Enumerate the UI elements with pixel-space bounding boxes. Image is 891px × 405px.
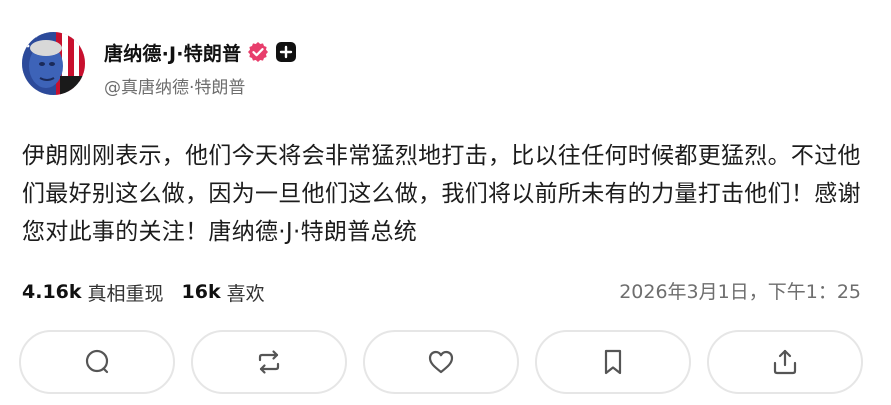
action-bar (19, 330, 863, 394)
verified-badge-icon (247, 41, 269, 63)
repost-icon (258, 350, 280, 374)
bookmark-icon (604, 349, 622, 375)
post-stats: 4.16k 真相重现 16k 喜欢 (22, 276, 265, 308)
retruths-count[interactable]: 4.16k (22, 281, 82, 303)
avatar-flag-portrait-icon (22, 32, 85, 95)
share-button[interactable] (707, 330, 863, 394)
retruths-label[interactable]: 真相重现 (88, 279, 164, 306)
bookmark-button[interactable] (535, 330, 691, 394)
share-icon (773, 349, 797, 375)
post-text: 伊朗刚刚表示，他们今天将会非常猛烈地打击，比以往任何时候都更猛烈。不过他们最好别… (22, 143, 861, 245)
like-button[interactable] (363, 330, 519, 394)
likes-label[interactable]: 喜欢 (227, 279, 265, 306)
author-display-name[interactable]: 唐纳德·J·特朗普 (104, 39, 241, 66)
author-handle[interactable]: @真唐纳德·特朗普 (104, 73, 245, 98)
author-name-row: 唐纳德·J·特朗普 (104, 38, 297, 66)
plus-icon[interactable] (275, 41, 297, 63)
post-card: 唐纳德·J·特朗普 @真唐纳德·特朗普 伊朗刚刚表示，他们今天将会非常猛烈地打击… (0, 0, 891, 405)
post-timestamp: 2026年3月1日，下午1：25 (619, 281, 861, 303)
author-avatar[interactable] (22, 32, 85, 95)
likes-count[interactable]: 16k (182, 281, 221, 303)
reply-button[interactable] (19, 330, 175, 394)
retruth-button[interactable] (191, 330, 347, 394)
heart-icon (428, 350, 454, 374)
comment-icon (85, 349, 109, 374)
